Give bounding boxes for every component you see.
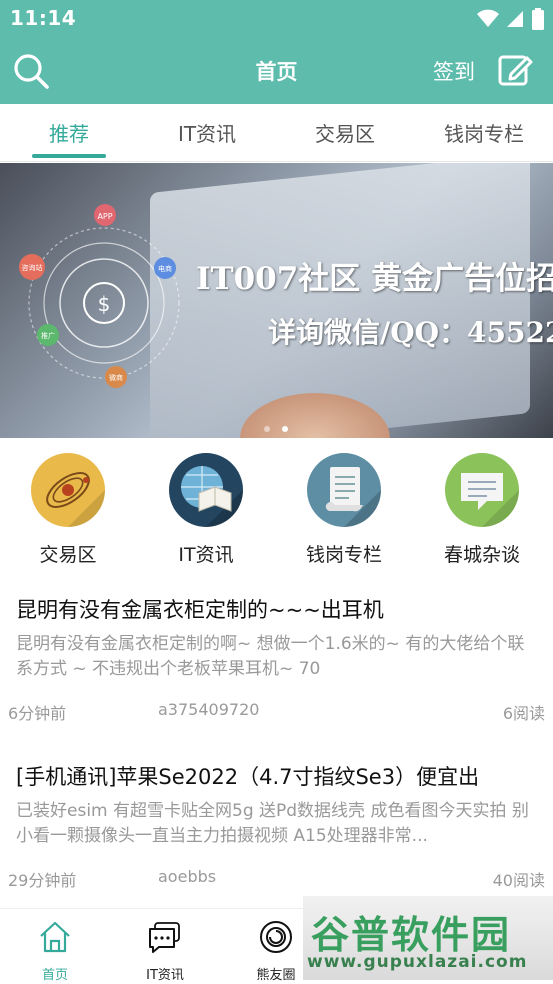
- post-time: 6分钟前: [8, 704, 67, 723]
- tab-column[interactable]: 钱岗专栏: [424, 118, 544, 147]
- banner-art-label: APP: [97, 212, 112, 221]
- post-reads: 40阅读: [492, 871, 545, 890]
- banner-circle-art: $ APP 电商 微商 推广 咨询站: [19, 204, 180, 388]
- post-title[interactable]: [手机通讯]苹果Se2022（4.7寸指纹Se3）便宜出: [16, 761, 479, 791]
- message-icon: [149, 922, 180, 953]
- post-author[interactable]: aoebbs: [158, 867, 216, 886]
- banner-subline: 详询微信/QQ：455224: [268, 316, 553, 349]
- category-grid: 交易区 IT资讯 钱岗专栏 春城杂谈: [0, 450, 553, 570]
- carousel-dot: [264, 426, 270, 432]
- system-icons: [477, 8, 545, 30]
- wifi-icon: [477, 9, 499, 27]
- post-desc: 昆明有没有金属衣柜定制的啊~ 想做一个1.6米的~ 有的大佬给个联系方式 ~ 不…: [16, 634, 525, 679]
- banner-headline: IT007社区 黄金广告位招租: [196, 261, 553, 297]
- watermark: 谷普软件园 www.gupuxlazai.com: [303, 896, 553, 980]
- globe-book-icon: [169, 453, 243, 527]
- battery-icon: [532, 8, 544, 30]
- chat-bubble-icon: [445, 453, 519, 527]
- nav-label: IT资讯: [146, 968, 184, 983]
- svg-text:$: $: [98, 292, 111, 316]
- status-time: 11:14: [10, 6, 77, 30]
- app-bar: 首页 签到: [0, 38, 553, 104]
- banner-art-label: 微商: [109, 373, 123, 382]
- category-column[interactable]: 钱岗专栏: [284, 450, 404, 567]
- watermark-brand: 谷普软件园: [311, 913, 512, 957]
- post-title[interactable]: 昆明有没有金属衣柜定制的~~~出耳机: [16, 594, 384, 624]
- tab-trade[interactable]: 交易区: [285, 118, 405, 147]
- banner-art-label: 咨询站: [22, 263, 43, 272]
- nav-home[interactable]: 首页: [5, 919, 105, 983]
- banner-carousel[interactable]: $ APP 电商 微商 推广 咨询站 IT007社区 黄金广告位招租 详询微信/…: [0, 163, 553, 438]
- nav-label: 首页: [41, 968, 68, 983]
- circle-icon: [260, 921, 292, 953]
- category-it-news[interactable]: IT资讯: [146, 450, 266, 567]
- post-time: 29分钟前: [8, 871, 77, 890]
- tab-indicator: [32, 154, 106, 158]
- category-label: 交易区: [39, 544, 97, 566]
- banner-art-label: 推广: [41, 331, 55, 340]
- checkin-button[interactable]: 签到: [433, 56, 475, 86]
- tab-recommend[interactable]: 推荐: [9, 118, 129, 147]
- category-trade[interactable]: 交易区: [8, 450, 128, 567]
- carousel-dots: [264, 426, 288, 432]
- category-label: 钱岗专栏: [305, 544, 382, 566]
- post-desc: 已装好esim 有超雪卡贴全网5g 送Pd数据线壳 成色看图今天实拍 别小看一颗…: [16, 801, 529, 846]
- document-scroll-icon: [307, 453, 381, 527]
- planet-orbit-icon: [31, 453, 105, 527]
- nav-it-news[interactable]: IT资讯: [115, 919, 215, 983]
- home-icon: [40, 921, 70, 953]
- status-bar: 11:14: [0, 0, 553, 38]
- tab-bar: 推荐 IT资讯 交易区 钱岗专栏: [0, 104, 553, 162]
- carousel-dot-active: [282, 426, 288, 432]
- category-chat[interactable]: 春城杂谈: [422, 450, 542, 567]
- post-reads: 6阅读: [502, 704, 545, 723]
- category-label: IT资讯: [178, 544, 234, 566]
- signal-icon: [507, 11, 523, 27]
- edit-icon[interactable]: [497, 52, 533, 88]
- watermark-url: www.gupuxlazai.com: [307, 952, 528, 972]
- tab-it-news[interactable]: IT资讯: [147, 118, 267, 147]
- category-label: 春城杂谈: [443, 544, 520, 566]
- banner-art-label: 电商: [158, 264, 172, 273]
- post-author[interactable]: a375409720: [158, 700, 259, 719]
